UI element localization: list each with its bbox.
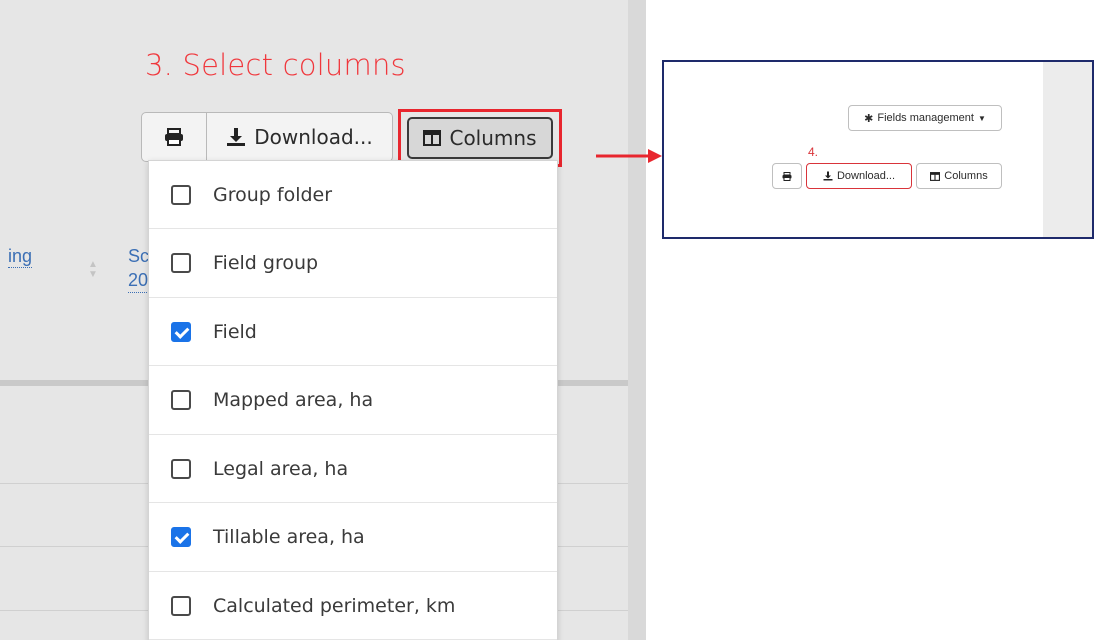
column-option-label: Calculated perimeter, km: [213, 594, 456, 617]
sort-icon[interactable]: ▲ ▼: [88, 260, 102, 280]
table-header-partial[interactable]: ing: [8, 246, 33, 268]
column-option[interactable]: Tillable area, ha: [149, 504, 557, 572]
export-button-group: Download...: [141, 112, 393, 162]
column-option-label: Field group: [213, 252, 319, 274]
print-button[interactable]: [141, 112, 207, 162]
column-option[interactable]: Field: [149, 298, 557, 366]
columns-icon: [423, 130, 442, 146]
inset-download-button[interactable]: Download...: [806, 163, 912, 189]
column-checkbox[interactable]: [171, 390, 191, 410]
print-icon: [165, 128, 183, 146]
main-screenshot-panel: 3. Select columns Download... Columns in…: [0, 0, 628, 640]
columns-icon: [930, 171, 941, 181]
column-option-label: Tillable area, ha: [213, 526, 365, 548]
download-icon: [823, 171, 833, 181]
column-checkbox[interactable]: [171, 527, 191, 547]
download-button-label: Download...: [254, 125, 373, 149]
column-checkbox[interactable]: [171, 253, 191, 273]
column-checkbox[interactable]: [171, 595, 191, 616]
inset-print-button[interactable]: [772, 163, 802, 189]
columns-button[interactable]: Columns: [407, 117, 553, 159]
column-option-label: Group folder: [213, 183, 333, 206]
columns-dropdown-menu: Group folder Field group Field Mapped area,…: [148, 160, 558, 640]
column-option-label: Legal area, ha: [213, 457, 349, 480]
table-header-partial-2[interactable]: Sc 20: [128, 244, 150, 293]
columns-button-label: Columns: [449, 126, 537, 150]
inset-columns-button[interactable]: Columns: [916, 163, 1002, 189]
inset-columns-label: Columns: [944, 170, 988, 182]
column-checkbox[interactable]: [171, 458, 191, 479]
scrollbar-area: [628, 0, 646, 640]
column-checkbox[interactable]: [171, 321, 191, 342]
column-option[interactable]: Mapped area, ha: [149, 367, 557, 435]
caret-down-icon: ▼: [977, 113, 986, 123]
inset-side-panel: [1043, 62, 1092, 237]
inset-screenshot: ✱ Fields management ▼ 4. Download... Col…: [662, 60, 1094, 239]
step-3-title: 3. Select columns: [145, 48, 406, 82]
column-option[interactable]: Calculated perimeter, km: [149, 572, 557, 640]
column-option-label: Field: [213, 320, 257, 343]
step-4-label: 4.: [808, 145, 819, 159]
inset-download-label: Download...: [836, 170, 896, 182]
arrow-right-icon: [596, 149, 662, 163]
column-checkbox[interactable]: [171, 184, 191, 205]
download-icon: [227, 128, 246, 146]
column-option[interactable]: Legal area, ha: [149, 435, 557, 503]
fields-management-button[interactable]: ✱ Fields management ▼: [848, 105, 1002, 131]
columns-highlight-box: Columns: [398, 109, 562, 167]
download-button[interactable]: Download...: [207, 112, 393, 162]
column-option[interactable]: Field group: [149, 230, 557, 298]
column-option-label: Mapped area, ha: [213, 389, 374, 411]
fields-management-label: Fields management: [877, 112, 974, 124]
print-icon: [782, 171, 792, 181]
gear-icon: ✱: [864, 112, 874, 125]
column-option[interactable]: Group folder: [149, 161, 557, 229]
